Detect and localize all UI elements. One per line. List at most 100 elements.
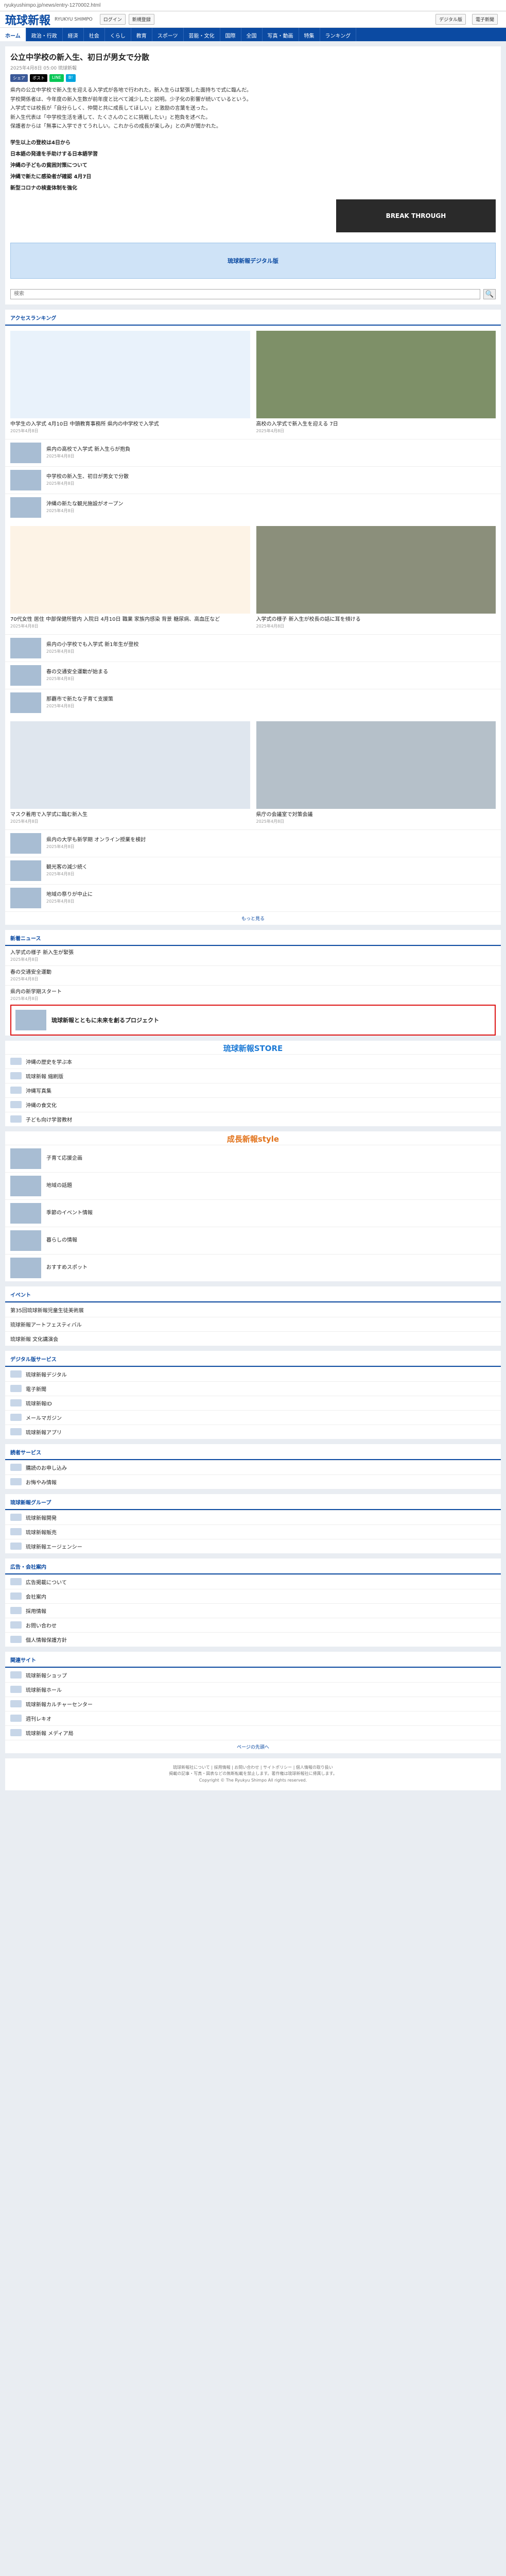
related-headline[interactable]: 新型コロナの検査体制を強化	[10, 183, 496, 194]
list-item[interactable]: 春の交通安全運動 2025年4月8日	[5, 965, 501, 985]
store-logo[interactable]: 琉球新報STORE	[5, 1040, 501, 1054]
nav-item-feature[interactable]: 特集	[299, 28, 320, 41]
share-facebook-button[interactable]: シェア	[10, 74, 28, 82]
list-item[interactable]: 子育て応援企画	[5, 1144, 501, 1172]
digital-edition-link[interactable]: デジタル版	[435, 14, 466, 25]
list-item[interactable]: 琉球新報ショップ	[5, 1667, 501, 1682]
list-item[interactable]: 琉球新報開発	[5, 1510, 501, 1524]
list-item[interactable]: 中学校の新入生、初日が男女で分散 2025年4月8日	[5, 466, 501, 494]
list-item[interactable]: 電子新聞	[5, 1381, 501, 1396]
nav-item-politics[interactable]: 政治・行政	[26, 28, 63, 41]
list-item[interactable]: 購読のお申し込み	[5, 1460, 501, 1475]
feature-logo[interactable]: 成長新報style	[5, 1131, 501, 1145]
related-headline[interactable]: 沖縄で新たに感染者が確認 4月7日	[10, 172, 496, 183]
list-item[interactable]: 琉球新報カルチャーセンター	[5, 1696, 501, 1711]
list-item[interactable]: 入学式の様子 新入生が緊張 2025年4月8日	[5, 945, 501, 965]
list-item[interactable]: 県内の小学校でも入学式 新1年生が登校 2025年4月8日	[5, 634, 501, 662]
list-item[interactable]: 琉球新報 文化講演会	[5, 1331, 501, 1346]
nav-item-home[interactable]: ホーム	[0, 28, 26, 41]
list-item-title: 中学校の新入生、初日が男女で分散	[46, 474, 129, 480]
hero-item[interactable]: マスク着用で入学式に臨む新入生 2025年4月8日	[10, 721, 250, 824]
list-item[interactable]: おすすめスポット	[5, 1253, 501, 1281]
list-item[interactable]: 第35回琉球新報児童生徒美術展	[5, 1302, 501, 1317]
list-item[interactable]: 琉球新報販売	[5, 1524, 501, 1539]
related-headline[interactable]: 学生以上の登校は4日から	[10, 138, 496, 149]
hero-image	[10, 721, 250, 809]
hero-item[interactable]: 高校の入学式で新入生を迎える 7日 2025年4月8日	[256, 330, 496, 434]
list-item[interactable]: 県内の新学期スタート 2025年4月8日	[5, 985, 501, 1005]
list-item[interactable]: 琉球新報 縮刷版	[5, 1068, 501, 1083]
share-x-button[interactable]: ポスト	[30, 74, 47, 82]
list-item[interactable]: 県内の大学も新学期 オンライン授業を検討 2025年4月8日	[5, 829, 501, 857]
list-item-title: 琉球新報販売	[26, 1530, 57, 1536]
list-item[interactable]: 週刊レキオ	[5, 1710, 501, 1725]
signup-button[interactable]: 新規登録	[128, 14, 154, 25]
e-paper-link[interactable]: 電子新聞	[472, 14, 498, 25]
list-item[interactable]: 春の交通安全運動が始まる 2025年4月8日	[5, 661, 501, 689]
login-button[interactable]: ログイン	[99, 14, 126, 25]
featured-promo[interactable]: 琉球新報とともに未来を創るプロジェクト	[10, 1004, 496, 1036]
nav-item-sports[interactable]: スポーツ	[152, 28, 184, 41]
list-item[interactable]: メールマガジン	[5, 1410, 501, 1425]
service-icon	[10, 1528, 22, 1535]
search-button[interactable]: 🔍	[483, 289, 496, 299]
digital-ad-banner[interactable]: 琉球新報デジタル版	[10, 242, 496, 279]
related-headline[interactable]: 沖縄の子どもの貧困対策について	[10, 160, 496, 172]
search-input[interactable]	[10, 289, 480, 299]
list-item[interactable]: 個人情報保護方針	[5, 1632, 501, 1647]
footer-links[interactable]: 琉球新報社について | 採用情報 | お問い合わせ | サイトポリシー | 個人…	[11, 1765, 495, 1771]
more-button[interactable]: もっと見る	[5, 911, 501, 925]
list-item[interactable]: 沖縄の歴史を学ぶ本	[5, 1054, 501, 1069]
list-item[interactable]: 観光客の減少続く 2025年4月8日	[5, 856, 501, 884]
list-item[interactable]: 季節のイベント情報	[5, 1199, 501, 1227]
nav-item-photo[interactable]: 写真・動画	[263, 28, 299, 41]
list-item[interactable]: 沖縄写真集	[5, 1082, 501, 1097]
list-item[interactable]: 地域の祭りが中止に 2025年4月8日	[5, 884, 501, 911]
share-line-button[interactable]: LINE	[49, 74, 64, 82]
hero-item[interactable]: 中学生の入学式 4月10日 中頭教育事務所 県内の中学校で入学式 2025年4月…	[10, 330, 250, 434]
latest-section: 新着ニュース 入学式の様子 新入生が緊張 2025年4月8日 春の交通安全運動 20…	[5, 929, 501, 1036]
list-item-date: 2025年4月8日	[46, 509, 75, 513]
nav-item-international[interactable]: 国際	[220, 28, 241, 41]
side-ad-banner[interactable]: BREAK THROUGH	[336, 199, 496, 232]
hero-caption: 高校の入学式で新入生を迎える 7日	[256, 421, 338, 427]
service-icon	[10, 1514, 22, 1521]
list-item[interactable]: 琉球新報 メディア局	[5, 1725, 501, 1740]
hero-item[interactable]: 県庁の会議室で対策会議 2025年4月8日	[256, 721, 496, 824]
footer-notice: 掲載の記事・写真・図表などの無断転載を禁止します。著作権は琉球新報社に帰属します…	[169, 1771, 337, 1776]
nav-item-life[interactable]: くらし	[105, 28, 131, 41]
list-item[interactable]: 暮らしの情報	[5, 1226, 501, 1254]
share-hatena-button[interactable]: B!	[65, 74, 76, 82]
nav-item-national[interactable]: 全国	[241, 28, 263, 41]
list-item[interactable]: 広告掲載について	[5, 1574, 501, 1589]
hero-item[interactable]: 入学式の様子 新入生が校長の話に耳を傾ける 2025年4月8日	[256, 526, 496, 629]
list-item-title: お問い合わせ	[26, 1623, 57, 1629]
list-item[interactable]: 琉球新報ホール	[5, 1682, 501, 1697]
list-item[interactable]: 琉球新報ID	[5, 1395, 501, 1410]
list-item[interactable]: 採用情報	[5, 1603, 501, 1618]
list-item[interactable]: 琉球新報エージェンシー	[5, 1538, 501, 1553]
nav-item-education[interactable]: 教育	[131, 28, 152, 41]
list-item[interactable]: 沖縄の新たな観光施設がオープン 2025年4月8日	[5, 493, 501, 521]
list-item[interactable]: 琉球新報アートフェスティバル	[5, 1316, 501, 1331]
list-item[interactable]: お問い合わせ	[5, 1617, 501, 1632]
list-item[interactable]: 那覇市で新たな子育て支援策 2025年4月8日	[5, 688, 501, 716]
list-item[interactable]: 沖縄の食文化	[5, 1097, 501, 1112]
back-to-top-button[interactable]: ページの先頭へ	[5, 1739, 501, 1753]
related-headline[interactable]: 日本語の発達を手助けする日本語学習	[10, 149, 496, 160]
list-item[interactable]: 琉球新報アプリ	[5, 1424, 501, 1439]
hero-item[interactable]: 70代女性 居住 中部保健所管内 入院日 4月10日 職業 家族内感染 背景 糖…	[10, 526, 250, 629]
nav-item-culture[interactable]: 芸能・文化	[184, 28, 220, 41]
nav-item-economy[interactable]: 経済	[63, 28, 84, 41]
list-item[interactable]: 地域の話題	[5, 1172, 501, 1199]
list-item[interactable]: 子ども向け学習教材	[5, 1111, 501, 1126]
list-item[interactable]: 会社案内	[5, 1588, 501, 1603]
site-logo[interactable]: 琉球新報	[5, 11, 50, 28]
section-title: 琉球新報グループ	[5, 1494, 501, 1510]
nav-item-society[interactable]: 社会	[84, 28, 105, 41]
list-item[interactable]: 県内の高校で入学式 新入生らが抱負 2025年4月8日	[5, 438, 501, 466]
url-bar[interactable]: ryukyushimpo.jp/news/entry-1270002.html	[0, 0, 506, 11]
list-item[interactable]: お悔やみ情報	[5, 1474, 501, 1489]
list-item[interactable]: 琉球新報デジタル	[5, 1366, 501, 1381]
nav-item-ranking[interactable]: ランキング	[320, 28, 357, 41]
